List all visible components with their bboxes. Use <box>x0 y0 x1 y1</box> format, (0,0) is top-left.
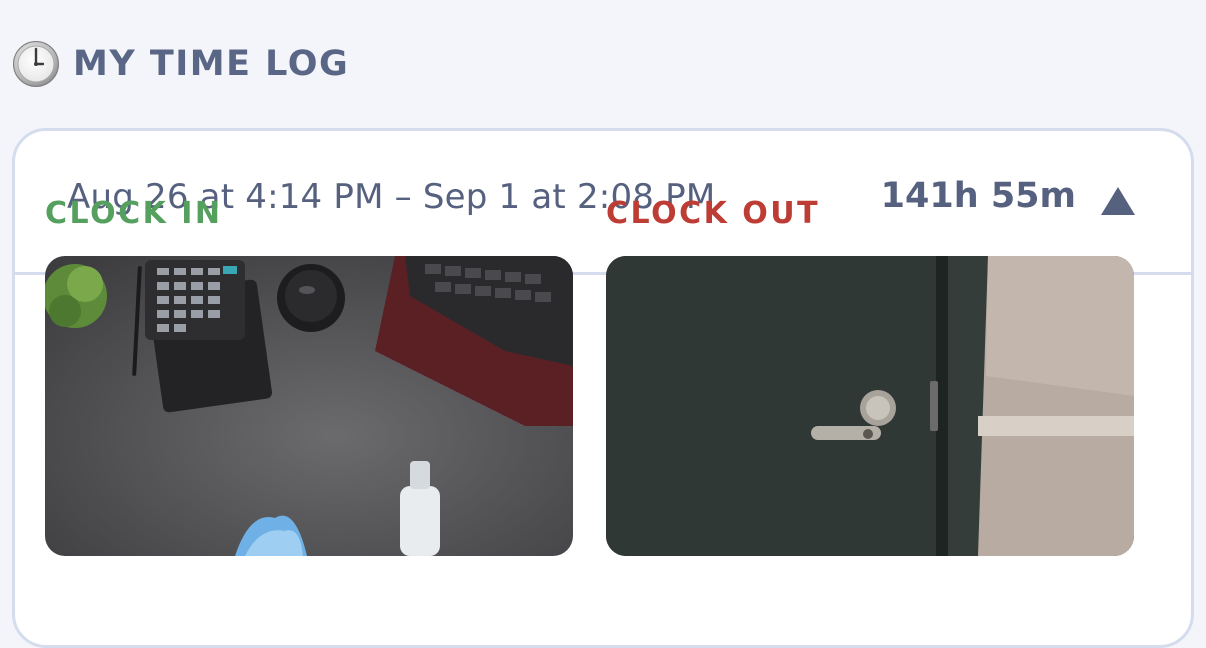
clock-in-photo[interactable] <box>45 256 573 556</box>
clock-in-label: CLOCK IN <box>45 196 223 231</box>
caret-up-icon[interactable] <box>1100 186 1136 216</box>
page-header: MY TIME LOG <box>12 40 349 88</box>
clock-icon <box>13 41 59 87</box>
clock-out-label: CLOCK OUT <box>606 196 821 231</box>
page-title: MY TIME LOG <box>73 44 350 84</box>
total-duration: 141h 55m <box>880 176 1076 216</box>
clock-out-photo[interactable] <box>606 256 1134 556</box>
